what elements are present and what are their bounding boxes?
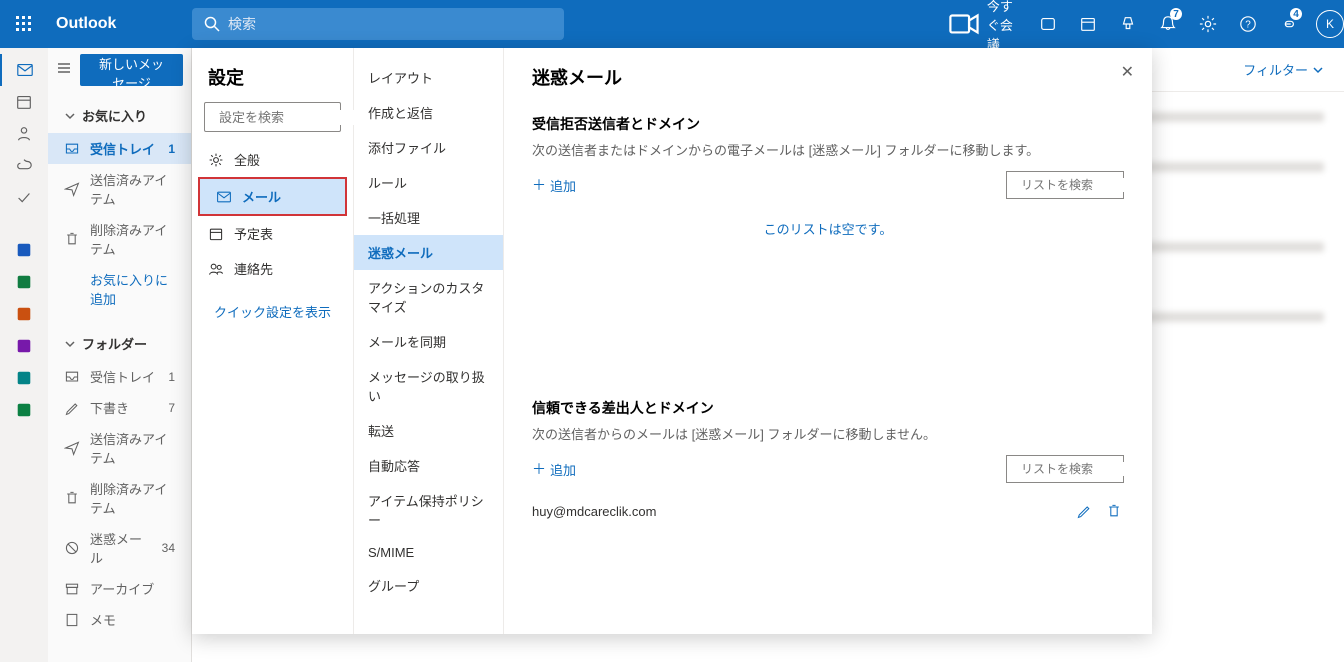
app-name: Outlook — [56, 15, 192, 33]
rail-sharepoint[interactable] — [0, 362, 48, 394]
safe-sender-row: huy@mdcareclik.com — [532, 493, 1124, 529]
settings-category-people[interactable]: 連絡先 — [192, 251, 353, 286]
rail-powerpoint[interactable] — [0, 298, 48, 330]
folder-item-draft[interactable]: 下書き7 — [48, 392, 191, 423]
settings-subcategory-6[interactable]: アクションのカスタマイズ — [354, 270, 503, 324]
meet-now-button[interactable]: 今すぐ会議 — [937, 0, 1028, 48]
notifications-badge: 7 — [1170, 8, 1182, 20]
calendar-header-icon[interactable] — [1068, 0, 1108, 48]
rail-calendar[interactable] — [0, 86, 48, 118]
search-icon — [204, 16, 220, 32]
add-blocked-button[interactable]: ＋追加 — [532, 175, 576, 195]
folder-item-trash[interactable]: 削除済みアイテム — [48, 214, 191, 264]
settings-subcategory-2[interactable]: 添付ファイル — [354, 130, 503, 165]
settings-subcategory-5[interactable]: 迷惑メール — [354, 235, 503, 270]
chevron-down-icon — [64, 338, 76, 350]
safe-search[interactable] — [1006, 455, 1124, 483]
rail-files[interactable] — [0, 150, 48, 182]
global-search[interactable] — [192, 8, 564, 40]
add-favorite-link[interactable]: お気に入りに追加 — [48, 264, 191, 314]
close-button[interactable]: ✕ — [1121, 62, 1134, 82]
add-safe-button[interactable]: ＋追加 — [532, 459, 576, 479]
folder-item-junk[interactable]: 迷惑メール34 — [48, 523, 191, 573]
user-avatar[interactable]: K — [1316, 10, 1344, 38]
settings-subcategory-11[interactable]: アイテム保持ポリシー — [354, 483, 503, 537]
settings-subcategory-1[interactable]: 作成と返信 — [354, 95, 503, 130]
chevron-down-icon — [1312, 64, 1324, 76]
chevron-down-icon — [64, 110, 76, 122]
edit-button[interactable] — [1074, 501, 1094, 521]
settings-subcategory-0[interactable]: レイアウト — [354, 60, 503, 95]
app-header: Outlook 今すぐ会議 7 ? 4 K — [0, 0, 1344, 48]
safe-senders-heading: 信頼できる差出人とドメイン — [532, 398, 1124, 418]
folder-item-trash[interactable]: 削除済みアイテム — [48, 473, 191, 523]
rail-onenote[interactable] — [0, 330, 48, 362]
link-icon[interactable]: 4 — [1268, 0, 1308, 48]
settings-search[interactable] — [204, 102, 341, 132]
settings-subcategory-13[interactable]: グループ — [354, 568, 503, 603]
notifications-icon[interactable]: 7 — [1148, 0, 1188, 48]
delete-button[interactable] — [1104, 501, 1124, 521]
settings-subcategory-3[interactable]: ルール — [354, 165, 503, 200]
new-message-button[interactable]: 新しいメッセージ — [80, 54, 183, 86]
settings-subcategory-12[interactable]: S/MIME — [354, 537, 503, 568]
rail-lists[interactable] — [0, 394, 48, 426]
folder-item-sent[interactable]: 送信済みアイテム — [48, 423, 191, 473]
help-icon[interactable]: ? — [1228, 0, 1268, 48]
settings-subcategory-4[interactable]: 一括処理 — [354, 200, 503, 235]
hamburger-button[interactable] — [56, 60, 72, 81]
folders-section[interactable]: フォルダー — [48, 326, 191, 361]
search-input[interactable] — [228, 16, 552, 32]
folder-pane: 新しいメッセージ お気に入り 受信トレイ1送信済みアイテム削除済みアイテム お気… — [48, 48, 192, 662]
settings-category-gear[interactable]: 全般 — [192, 142, 353, 177]
folder-item-inbox[interactable]: 受信トレイ1 — [48, 361, 191, 392]
settings-category-calendar[interactable]: 予定表 — [192, 216, 353, 251]
rail-people[interactable] — [0, 118, 48, 150]
folder-item-note[interactable]: メモ — [48, 604, 191, 635]
rail-tasks[interactable] — [0, 182, 48, 214]
blocked-search-input[interactable] — [1021, 178, 1152, 192]
safe-search-input[interactable] — [1021, 462, 1152, 476]
app-launcher-button[interactable] — [0, 0, 48, 48]
settings-header-icon[interactable] — [1188, 0, 1228, 48]
video-icon — [947, 7, 981, 41]
svg-text:?: ? — [1245, 20, 1251, 31]
folder-item-sent[interactable]: 送信済みアイテム — [48, 164, 191, 214]
safe-senders-desc: 次の送信者からのメールは [迷惑メール] フォルダーに移動しません。 — [532, 424, 1124, 443]
blocked-senders-desc: 次の送信者またはドメインからの電子メールは [迷惑メール] フォルダーに移動しま… — [532, 140, 1124, 159]
settings-dialog: 設定 全般メール予定表連絡先 クイック設定を表示 レイアウト作成と返信添付ファイ… — [192, 48, 1152, 634]
settings-title: 設定 — [192, 64, 353, 102]
rail-mail[interactable] — [0, 54, 48, 86]
blocked-search[interactable] — [1006, 171, 1124, 199]
filter-button[interactable]: フィルター — [1243, 60, 1324, 79]
settings-subcategory-10[interactable]: 自動応答 — [354, 448, 503, 483]
folder-item-archive[interactable]: アーカイブ — [48, 573, 191, 604]
settings-subcategory-9[interactable]: 転送 — [354, 413, 503, 448]
gear-icon — [1199, 15, 1217, 33]
folder-item-inbox[interactable]: 受信トレイ1 — [48, 133, 191, 164]
teams-icon[interactable] — [1028, 0, 1068, 48]
rail-excel[interactable] — [0, 266, 48, 298]
settings-categories: 設定 全般メール予定表連絡先 クイック設定を表示 — [192, 48, 354, 634]
link-badge: 4 — [1290, 8, 1302, 20]
blocked-empty-message: このリストは空です。 — [532, 209, 1124, 278]
rail-word[interactable] — [0, 234, 48, 266]
page-title: 迷惑メール — [532, 64, 1124, 90]
app-rail — [0, 48, 48, 662]
blocked-senders-heading: 受信拒否送信者とドメイン — [532, 114, 1124, 134]
settings-subcategory-7[interactable]: メールを同期 — [354, 324, 503, 359]
settings-subcategories: レイアウト作成と返信添付ファイルルール一括処理迷惑メールアクションのカスタマイズ… — [354, 48, 504, 634]
sender-email: huy@mdcareclik.com — [532, 504, 1064, 519]
favorites-section[interactable]: お気に入り — [48, 98, 191, 133]
settings-subcategory-8[interactable]: メッセージの取り扱い — [354, 359, 503, 413]
settings-content: ✕ 迷惑メール 受信拒否送信者とドメイン 次の送信者またはドメインからの電子メー… — [504, 48, 1152, 634]
quick-settings-link[interactable]: クイック設定を表示 — [192, 286, 353, 337]
tips-icon[interactable] — [1108, 0, 1148, 48]
settings-category-mail[interactable]: メール — [198, 177, 347, 216]
